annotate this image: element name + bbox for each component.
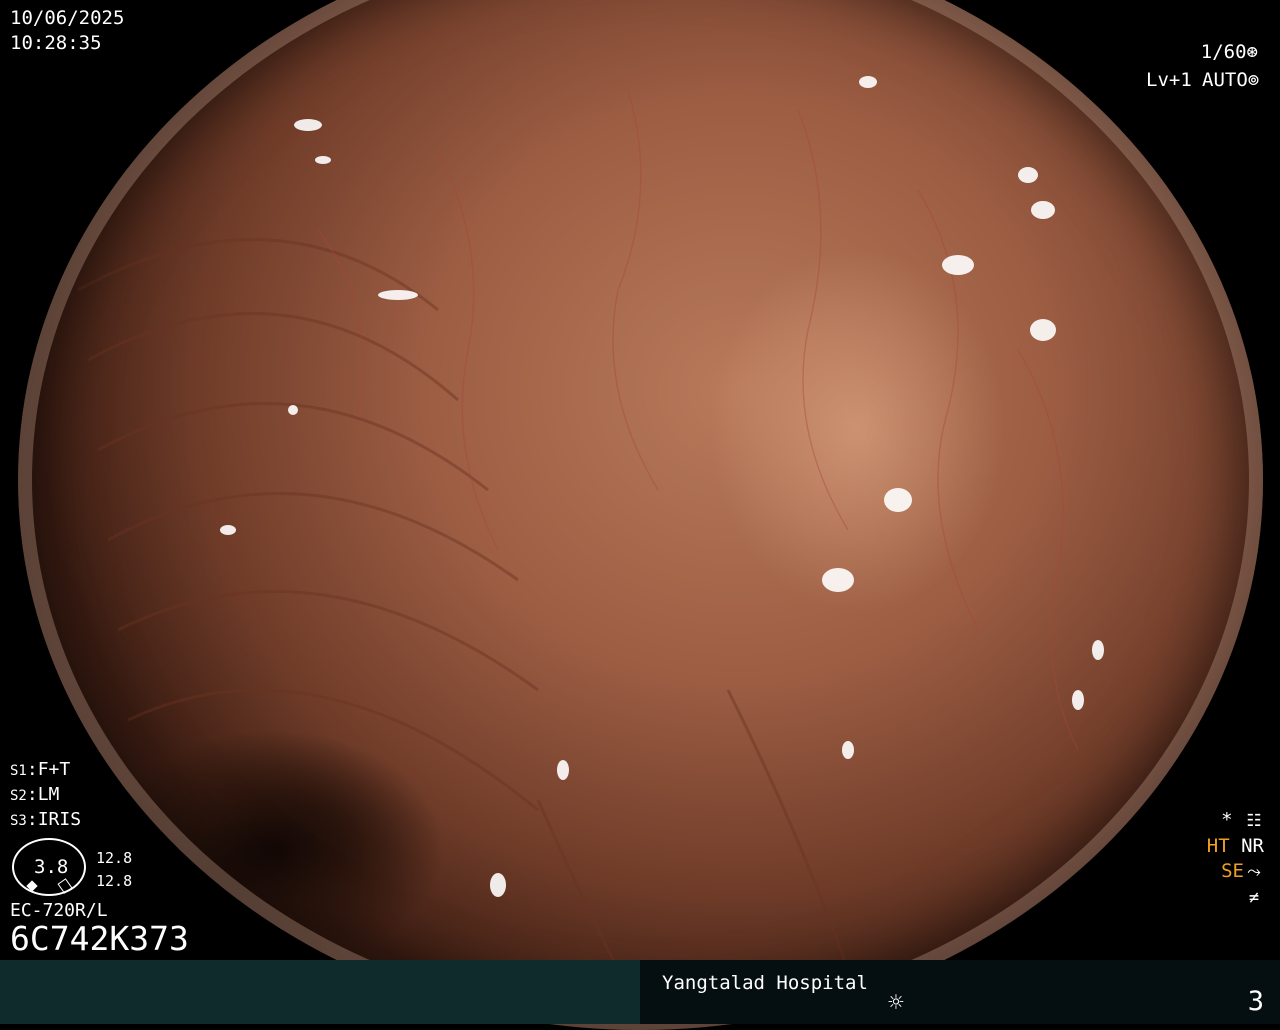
scope-serial: 6C742K373 <box>10 919 189 958</box>
mucosa-texture <box>77 76 1104 991</box>
setting-s2: S2:LM <box>10 784 60 805</box>
aperture-icon: ⊛ <box>1246 41 1258 63</box>
iris-icon: ⊚ <box>1247 69 1260 91</box>
setting-s1: S1:F+T <box>10 759 71 780</box>
star-indicator: * <box>1221 809 1233 831</box>
footer-left-panel <box>0 960 640 1024</box>
not-equal-icon: ≠ <box>1248 888 1260 908</box>
gauge-pointer-icon <box>26 880 38 892</box>
mode-indicators: * ☷ HT NR SE ⤳ ≠ <box>1207 808 1264 911</box>
ht-indicator: HT <box>1206 835 1230 857</box>
image-number: 3 <box>1247 986 1264 1017</box>
footer-right-panel: Yangtalad Hospital ☼ 3 <box>640 960 1280 1024</box>
gauge-value: 3.8 <box>34 856 69 878</box>
shutter-readout: 1/60⊛ <box>1200 41 1258 63</box>
structure-enhance-icon: ⤳ <box>1247 862 1261 882</box>
hospital-name: Yangtalad Hospital <box>662 972 868 994</box>
nr-indicator: NR <box>1241 835 1264 857</box>
setting-s3: S3:IRIS <box>10 809 82 830</box>
time-readout: 10:28:35 <box>10 32 102 54</box>
endoscopic-image <box>18 0 1263 1030</box>
zoom-gauge: 3.8 <box>12 838 86 896</box>
exposure-mode: AUTO⊚ <box>1202 69 1260 91</box>
gauge-side-value-2: 12.8 <box>96 872 133 890</box>
gauge-side-value-1: 12.8 <box>96 849 133 867</box>
exposure-level: Lv+1 <box>1146 69 1192 91</box>
sun-icon: ☼ <box>888 988 904 1018</box>
date-readout: 10/06/2025 <box>10 7 125 29</box>
se-indicator: SE <box>1221 860 1244 882</box>
settings-sliders-icon: ☷ <box>1246 811 1262 831</box>
